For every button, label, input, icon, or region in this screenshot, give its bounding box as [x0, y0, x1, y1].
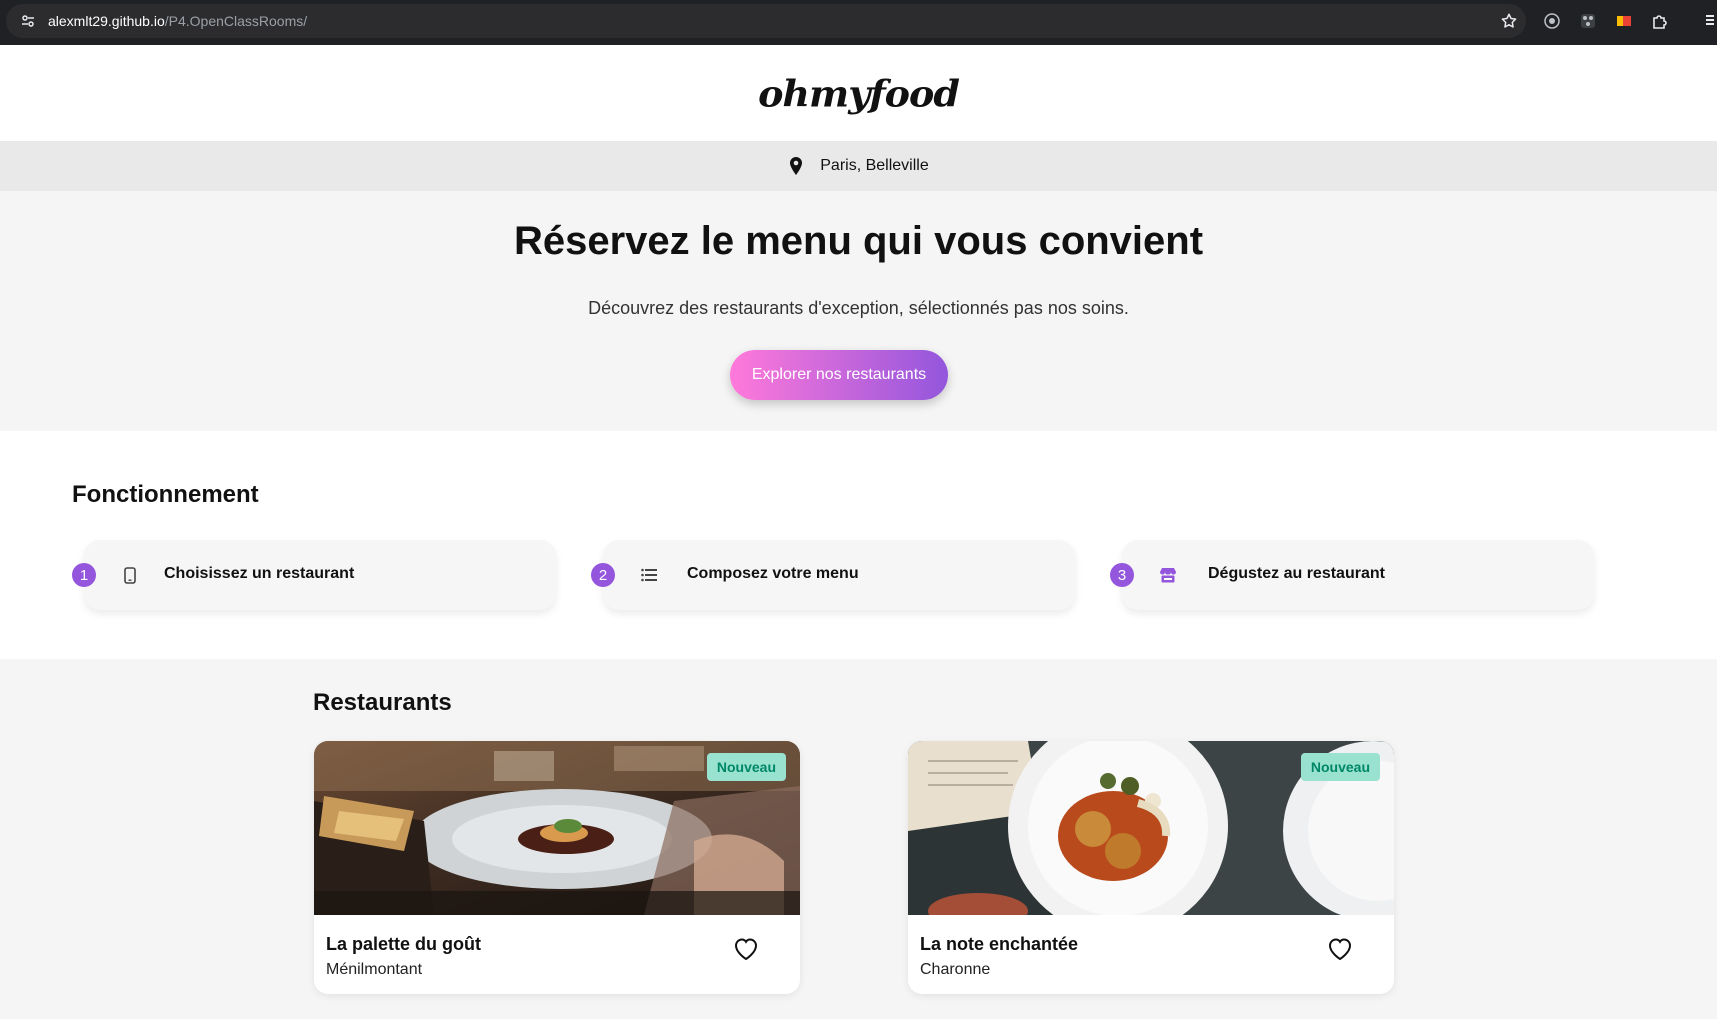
extensions-area: [1542, 11, 1670, 31]
step-label: Dégustez au restaurant: [1208, 565, 1385, 582]
new-badge: Nouveau: [706, 753, 786, 781]
location-bar: Paris, Belleville: [0, 141, 1717, 191]
ohmyfood-logo[interactable]: ohmyfood: [758, 72, 960, 115]
explore-restaurants-button[interactable]: Explorer nos restaurants: [730, 350, 948, 400]
hero-title: Réservez le menu qui vous convient: [513, 219, 1204, 263]
site-settings-icon[interactable]: [20, 13, 36, 29]
step-item: 2 Composez votre menu: [591, 540, 1091, 610]
plated-dish-photo[interactable]: Nouveau: [314, 741, 800, 915]
restaurant-name: La palette du goût: [326, 934, 481, 954]
nodes-extension-icon[interactable]: [1578, 11, 1598, 31]
url-path: /P4.OpenClassRooms/: [164, 13, 308, 29]
url-text[interactable]: alexmlt29.github.io/P4.OpenClassRooms/: [48, 13, 307, 29]
new-badge: Nouveau: [1300, 753, 1380, 781]
target-extension-icon[interactable]: [1542, 11, 1562, 31]
store-icon: [1158, 565, 1178, 585]
step-number-badge: 1: [72, 563, 96, 587]
puzzle-extensions-icon[interactable]: [1650, 11, 1670, 31]
location-pin-icon: [790, 157, 803, 175]
step-number-badge: 2: [591, 563, 615, 587]
step-label: Choisissez un restaurant: [164, 565, 355, 582]
how-it-works-section: Fonctionnement 1 Choisissez un restauran…: [0, 431, 1717, 659]
step-label: Composez votre menu: [687, 565, 859, 582]
url-host: alexmlt29.github.io: [48, 13, 165, 29]
restaurant-card[interactable]: Nouveau La palette du goût Ménilmontant: [314, 741, 800, 994]
mobile-phone-icon: [120, 565, 140, 585]
favorite-heart-icon[interactable]: [1327, 937, 1353, 961]
hero-section: Réservez le menu qui vous convient Décou…: [0, 191, 1717, 431]
restaurants-section: Restaurants Nouveau La palette du goût M…: [0, 659, 1717, 1019]
tapas-plate-photo[interactable]: Nouveau: [908, 741, 1394, 915]
restaurant-card[interactable]: Nouveau La note enchantée Charonne: [908, 741, 1394, 994]
list-icon: [639, 565, 659, 585]
step-number-badge: 3: [1110, 563, 1134, 587]
restaurant-area: Charonne: [920, 961, 991, 978]
restaurant-area: Ménilmontant: [326, 961, 423, 978]
restaurants-title: Restaurants: [313, 689, 452, 716]
step-item: 3 Dégustez au restaurant: [1110, 540, 1610, 610]
step-item: 1 Choisissez un restaurant: [72, 540, 572, 610]
browser-menu-icon[interactable]: [1706, 12, 1714, 28]
bookmark-star-icon[interactable]: [1500, 12, 1518, 30]
favorite-heart-icon[interactable]: [733, 937, 759, 961]
restaurant-name: La note enchantée: [920, 934, 1079, 954]
browser-toolbar: alexmlt29.github.io/P4.OpenClassRooms/: [0, 0, 1717, 45]
address-bar[interactable]: alexmlt29.github.io/P4.OpenClassRooms/: [6, 4, 1526, 38]
flag-extension-icon[interactable]: [1614, 11, 1634, 31]
site-header: ohmyfood: [0, 45, 1717, 141]
location-text: Paris, Belleville: [820, 157, 929, 174]
how-it-works-title: Fonctionnement: [72, 481, 259, 508]
hero-subtitle: Découvrez des restaurants d'exception, s…: [588, 298, 1129, 318]
